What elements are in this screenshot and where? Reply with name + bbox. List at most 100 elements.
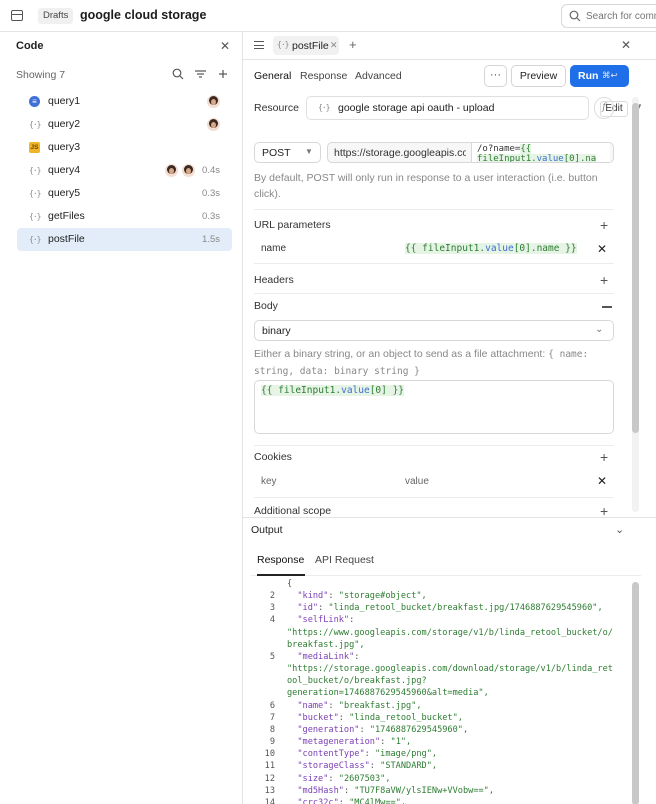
body-code-editor[interactable]: {{ fileInput1.value[0] }}: [254, 380, 614, 434]
chevron-down-icon[interactable]: ⌄: [615, 523, 624, 536]
post-help-text: By default, POST will only run in respon…: [254, 172, 598, 200]
body-template-tail: [0] }}: [369, 385, 405, 396]
editor-scrollbar[interactable]: [632, 97, 639, 512]
database-icon: ≡: [29, 96, 40, 107]
remove-cookie-icon[interactable]: ✕: [597, 474, 607, 488]
body-type-value: binary: [262, 325, 291, 337]
param-template-object: fileInput1.: [422, 243, 486, 254]
line-number: 3: [269, 603, 275, 614]
tab-output-api-request[interactable]: API Request: [315, 554, 374, 566]
url-path-editor[interactable]: /o?name={{fileInput1.value[0].na: [471, 143, 610, 162]
json-key: "id": [297, 603, 319, 614]
resource-select[interactable]: {·} google storage api oauth - upload Ed…: [306, 96, 643, 120]
param-template-open: {{: [405, 243, 423, 254]
line-number: 8: [269, 724, 275, 735]
line-number: 14: [264, 797, 275, 804]
query-list: ≡ query1 {·} query2 JS query3 {·} query4…: [17, 90, 232, 251]
query-item-query3[interactable]: JS query3: [17, 136, 232, 159]
json-key: "crc32c": [297, 797, 339, 804]
remove-param-icon[interactable]: ✕: [597, 242, 607, 256]
run-button[interactable]: Run ⌘↩: [570, 65, 629, 87]
query-item-query4[interactable]: {·} query4 0.4s: [17, 159, 232, 182]
json-value: generation=1746887629545960&alt=media",: [287, 688, 489, 699]
body-template-object: fileInput1.: [278, 385, 342, 396]
brace-icon: {·}: [29, 212, 41, 221]
output-scrollbar[interactable]: [632, 582, 639, 804]
divider: [251, 575, 641, 576]
close-icon[interactable]: ✕: [621, 38, 631, 52]
json-value: breakfast.jpg",: [287, 639, 365, 650]
close-tab-icon[interactable]: ✕: [330, 40, 338, 51]
query-run-time: 0.3s: [202, 188, 220, 199]
code-line: "https://storage.googleapis.com/download…: [253, 663, 633, 675]
sidebar-layout-icon[interactable]: [11, 10, 23, 21]
command-search[interactable]: [561, 4, 656, 28]
add-scope-icon[interactable]: +: [600, 504, 608, 517]
query-item-postfile[interactable]: {·} postFile 1.5s: [17, 228, 232, 251]
menu-icon[interactable]: [254, 41, 264, 49]
query-run-time: 0.3s: [202, 211, 220, 222]
query-editor: Resource {·} google storage api oauth - …: [243, 92, 656, 517]
brace-icon: {·}: [318, 103, 330, 112]
query-item-getfiles[interactable]: {·} getFiles 0.3s: [17, 205, 232, 228]
filter-icon[interactable]: [194, 68, 207, 80]
preview-button[interactable]: Preview: [511, 65, 566, 87]
add-header-icon[interactable]: +: [600, 273, 608, 287]
cookie-key-input[interactable]: key: [261, 476, 277, 487]
search-icon[interactable]: [172, 68, 184, 80]
line-content: "kind": "storage#object",: [297, 591, 427, 602]
json-value: {: [287, 579, 293, 589]
scrollbar-thumb[interactable]: [632, 582, 639, 804]
query-item-query2[interactable]: {·} query2: [17, 113, 232, 136]
json-key: "contentType": [297, 749, 365, 760]
query-item-query1[interactable]: ≡ query1: [17, 90, 232, 113]
scrollbar-thumb[interactable]: [632, 103, 639, 433]
add-tab-icon[interactable]: +: [349, 37, 357, 52]
editor-header: {·} postFile ✕ + ✕: [243, 32, 656, 60]
code-line: {: [253, 578, 633, 590]
code-line: 10 "contentType": "image/png",: [253, 748, 633, 760]
json-value: "image/png",: [374, 749, 438, 760]
line-content: generation=1746887629545960&alt=media",: [275, 687, 489, 699]
tab-postfile[interactable]: {·} postFile ✕: [273, 36, 339, 55]
command-search-input[interactable]: [586, 8, 656, 24]
url-input[interactable]: https://storage.googleapis.com/upload/st…: [327, 142, 614, 163]
line-number: [253, 578, 275, 590]
method-select[interactable]: POST ▼: [254, 142, 321, 163]
collapse-body-icon[interactable]: [602, 306, 612, 308]
url-param-key[interactable]: name: [261, 243, 286, 254]
line-content: "contentType": "image/png",: [297, 749, 438, 760]
add-cookie-icon[interactable]: +: [600, 450, 608, 464]
more-options-button[interactable]: ···: [484, 65, 507, 87]
line-number: 12: [264, 773, 275, 784]
line-number: 11: [264, 761, 275, 772]
tab-general[interactable]: General: [254, 70, 291, 82]
tab-output-response[interactable]: Response: [257, 554, 304, 566]
divider: [254, 445, 614, 446]
tab-response[interactable]: Response: [300, 70, 347, 82]
line-content: "generation": "1746887629545960",: [297, 724, 469, 735]
add-url-param-icon[interactable]: +: [600, 218, 608, 232]
code-panel: Code ✕ Showing 7 ≡ query1 {·} query2 JS …: [0, 32, 243, 804]
line-content: {: [275, 578, 292, 590]
response-json-viewer[interactable]: {2 "kind": "storage#object", 3 "id": "lin…: [253, 578, 633, 804]
param-template-prop: value: [485, 243, 514, 254]
json-value: "1746887629545960",: [369, 724, 469, 735]
cookie-value-input[interactable]: value: [405, 476, 429, 487]
line-content: breakfast.jpg",: [275, 639, 365, 651]
close-icon[interactable]: ✕: [220, 39, 230, 53]
query-item-query5[interactable]: {·} query5 0.3s: [17, 182, 232, 205]
body-type-select[interactable]: binary ⌄: [254, 320, 614, 341]
code-line: 9 "metageneration": "1",: [253, 736, 633, 748]
fx-icon[interactable]: f: [594, 97, 614, 119]
divider: [254, 209, 614, 210]
json-key: "metageneration": [297, 737, 381, 748]
url-template-open: {{: [520, 144, 532, 154]
tab-advanced[interactable]: Advanced: [355, 70, 402, 82]
code-line: 11 "storageClass": "STANDARD",: [253, 760, 633, 772]
line-number: 13: [264, 785, 275, 796]
line-number: 9: [269, 737, 275, 748]
url-path-prefix: /o?name=: [477, 144, 521, 154]
add-query-icon[interactable]: [218, 68, 228, 80]
url-param-value[interactable]: {{ fileInput1.value[0].name }}: [405, 243, 577, 254]
